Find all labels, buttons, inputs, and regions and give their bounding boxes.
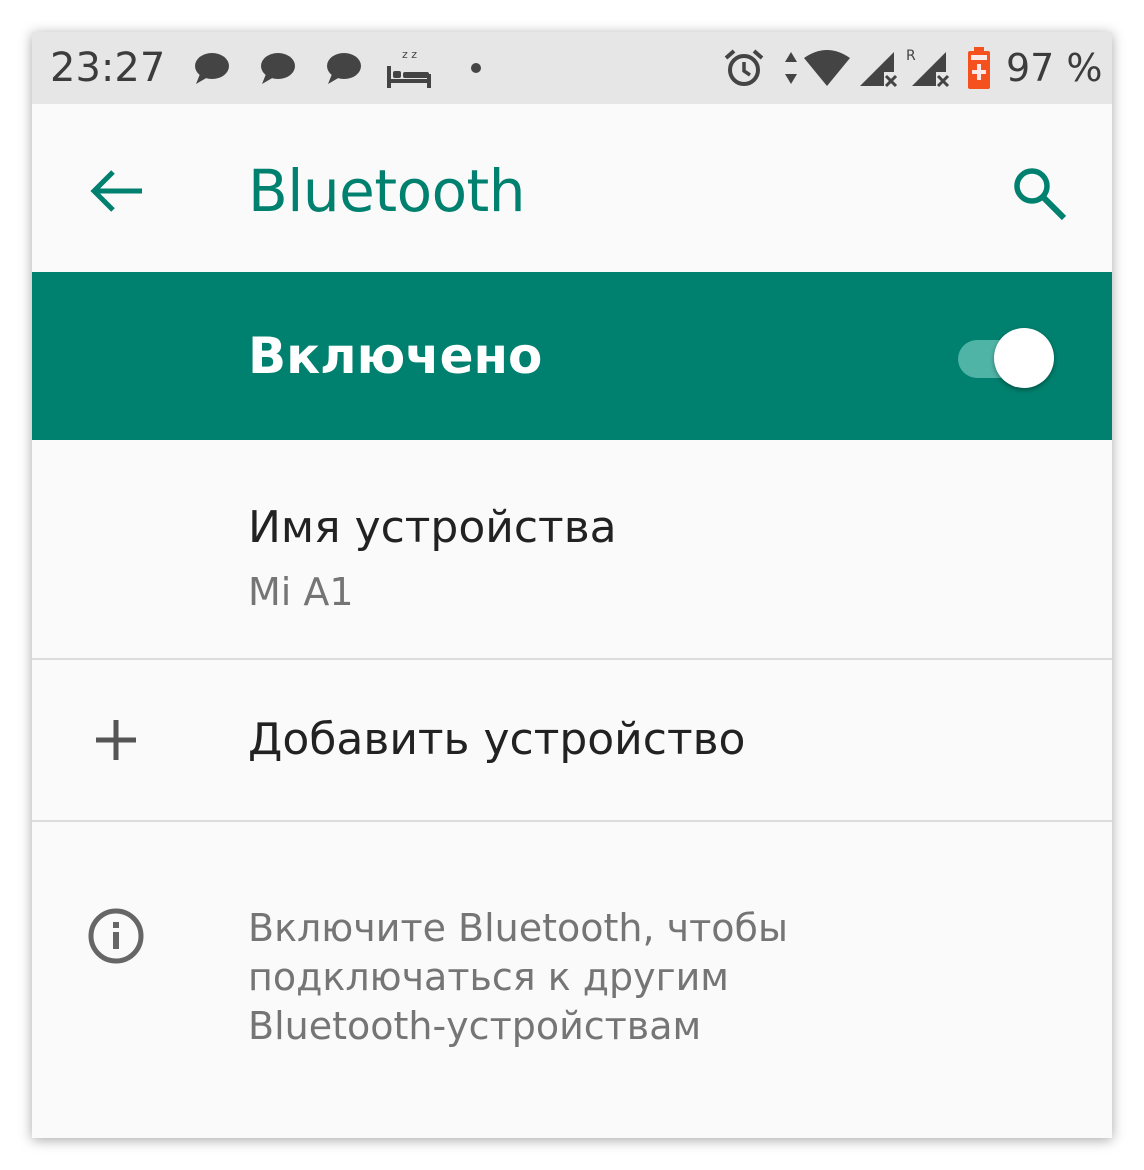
message-icon [195, 53, 229, 84]
page-title: Bluetooth [248, 157, 526, 225]
alarm-icon [724, 49, 764, 86]
info-footer: Включите Bluetooth, чтобы подключаться к… [32, 822, 1112, 1138]
status-time: 23:27 [50, 45, 166, 91]
device-name-preference[interactable]: Имя устройства Mi A1 [32, 440, 1112, 658]
status-bar: 23:27 z z R 97 % [32, 32, 1112, 104]
master-switch-label: Включено [248, 327, 543, 385]
wifi-icon [804, 50, 850, 86]
sleep-icon: z z [387, 48, 431, 88]
plus-icon [96, 720, 136, 760]
phone-screen: 23:27 z z R 97 % Bluetooth Включено Имя … [32, 32, 1112, 1138]
add-device-preference[interactable]: Добавить устройство [32, 660, 1112, 820]
info-text: Включите Bluetooth, чтобы подключаться к… [248, 906, 788, 1048]
roaming-signal-icon: R [906, 48, 950, 88]
arrow-back-icon[interactable] [86, 166, 146, 216]
info-icon [88, 908, 144, 964]
data-arrows-icon [785, 52, 797, 84]
message-icon [327, 53, 361, 84]
search-icon[interactable] [1008, 162, 1070, 224]
add-device-title: Добавить устройство [248, 714, 746, 765]
toggle-thumb[interactable] [994, 328, 1054, 388]
dot-icon [471, 63, 481, 73]
device-name-summary: Mi A1 [248, 570, 354, 614]
app-bar: Bluetooth [32, 104, 1112, 272]
battery-percentage: 97 % [1006, 46, 1103, 90]
signal-icon [860, 52, 898, 88]
message-icon [261, 53, 295, 84]
battery-icon [968, 47, 990, 89]
roaming-mark: R [906, 48, 916, 64]
bluetooth-master-switch-bar[interactable]: Включено [32, 272, 1112, 440]
device-name-title: Имя устройства [248, 502, 617, 553]
sleep-mark: z z [402, 48, 417, 61]
